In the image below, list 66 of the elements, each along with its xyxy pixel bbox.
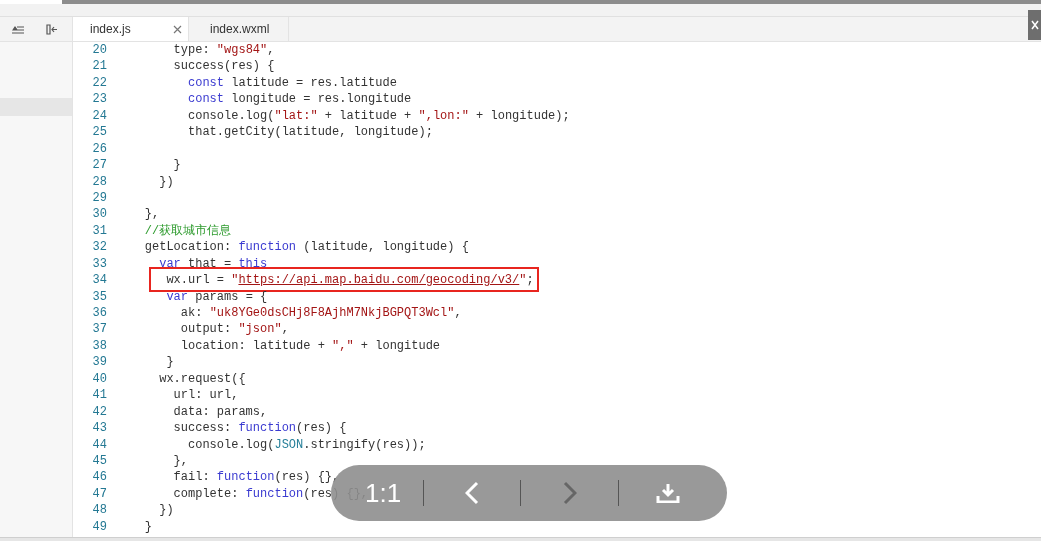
line-number: 22 xyxy=(91,74,107,92)
code-line: console.log(JSON.stringify(res)); xyxy=(187,436,426,453)
code-line: } xyxy=(172,157,181,174)
code-line: }) xyxy=(158,502,174,519)
line-number: 48 xyxy=(91,502,107,519)
code-line: var that = this xyxy=(158,255,268,273)
code-line: wx.url = "https://api.map.baidu.com/geocoding/v3/"; xyxy=(165,272,534,289)
close-button[interactable] xyxy=(1028,10,1041,40)
code-line: const longitude = res.longitude xyxy=(187,91,412,108)
line-number: 47 xyxy=(91,485,107,503)
code-line: console.log("lat:" + latitude + ",lon:" + longitude); xyxy=(187,107,570,125)
line-number: 31 xyxy=(91,222,107,240)
code-line: location: latitude + "," + longitude xyxy=(179,337,441,355)
line-number: 41 xyxy=(91,387,107,404)
code-line: success: function(res) { xyxy=(172,420,347,437)
chevron-left-icon xyxy=(465,481,479,505)
code-line: }, xyxy=(143,206,160,223)
line-number: 42 xyxy=(91,403,107,421)
line-number: 37 xyxy=(91,321,107,338)
download-icon xyxy=(656,483,680,503)
chevron-right-icon xyxy=(562,481,577,505)
editor-tab[interactable]: index.js xyxy=(73,17,189,41)
line-number: 46 xyxy=(91,469,107,486)
code-line: type: "wgs84", xyxy=(172,42,275,59)
line-number: 23 xyxy=(91,91,107,108)
code-line: } xyxy=(165,354,174,371)
collapse-icon[interactable] xyxy=(46,23,58,35)
line-number: 33 xyxy=(91,255,107,273)
code-line: }, xyxy=(172,452,188,470)
code-line: //获取城市信息 xyxy=(143,222,232,240)
line-number: 40 xyxy=(91,370,107,388)
list-icon[interactable] xyxy=(12,24,24,34)
code-line: fail: function(res) {}, xyxy=(172,469,340,486)
code-line: success(res) { xyxy=(172,58,275,75)
line-number: 29 xyxy=(91,189,107,207)
line-number: 34 xyxy=(91,272,107,289)
line-number: 36 xyxy=(91,305,107,322)
code-line: url: url, xyxy=(172,387,239,404)
line-number: 30 xyxy=(91,206,107,223)
line-number: 21 xyxy=(91,58,107,75)
line-number: 43 xyxy=(91,420,107,437)
line-number: 44 xyxy=(91,436,107,453)
code-line: } xyxy=(143,518,152,536)
line-number: 28 xyxy=(91,173,107,190)
code-line: ak: "uk8YGe0dsCHj8F8AjhM7NkjBGPQT3Wcl", xyxy=(179,305,462,322)
line-number: 27 xyxy=(91,157,107,174)
close-icon xyxy=(1030,20,1039,30)
code-line: getLocation: function (latitude, longitude) { xyxy=(143,239,469,256)
code-line: wx.request({ xyxy=(158,370,246,388)
code-line: const latitude = res.latitude xyxy=(187,74,397,92)
code-line: data: params, xyxy=(172,403,268,421)
code-line: var params = { xyxy=(165,288,268,305)
line-number: 20 xyxy=(91,42,107,59)
line-number: 35 xyxy=(91,288,107,305)
line-number: 24 xyxy=(91,107,107,125)
code-line: that.getCity(latitude, longitude); xyxy=(187,124,433,141)
line-number: 45 xyxy=(91,452,107,470)
line-number: 49 xyxy=(91,518,107,536)
close-icon[interactable] xyxy=(173,24,182,34)
code-line: output: "json", xyxy=(179,321,289,338)
line-number: 38 xyxy=(91,337,107,355)
line-number: 26 xyxy=(91,140,107,158)
line-number: 39 xyxy=(91,354,107,371)
code-line: }) xyxy=(158,173,174,190)
line-number: 25 xyxy=(91,124,107,141)
line-number: 32 xyxy=(91,239,107,256)
